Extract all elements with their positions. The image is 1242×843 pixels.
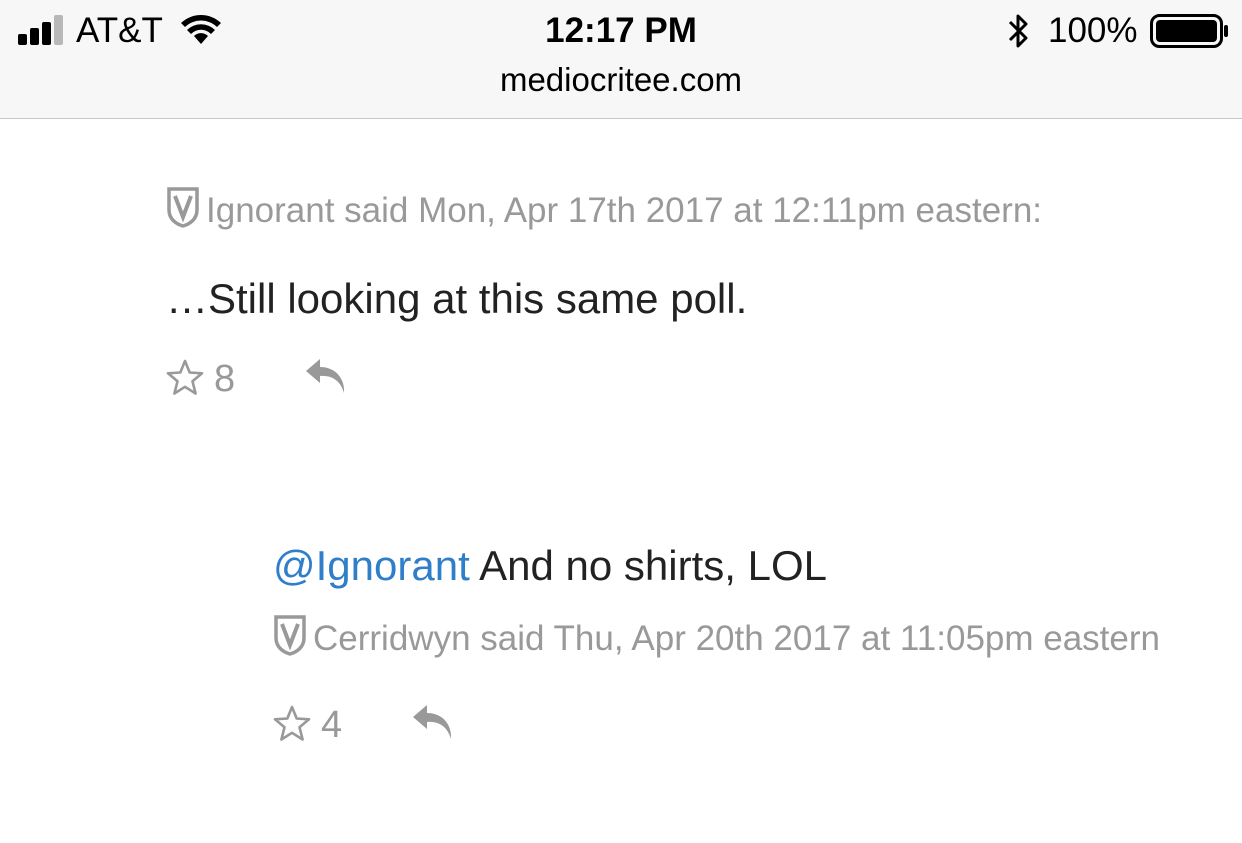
star-icon[interactable] <box>273 705 311 743</box>
comment-body-text: And no shirts, LOL <box>469 542 827 589</box>
shield-v-icon <box>274 615 306 656</box>
comment-body: @Ignorant And no shirts, LOL <box>273 540 1173 592</box>
comment-meta: Ignorant said Mon, Apr 17th 2017 at 12:1… <box>166 186 1126 235</box>
reply-icon[interactable] <box>304 357 348 395</box>
shield-v-icon <box>167 187 199 228</box>
reply-icon[interactable] <box>411 703 455 741</box>
address-bar-url[interactable]: mediocritee.com <box>0 60 1242 100</box>
battery-icon <box>1150 14 1228 48</box>
star-icon[interactable] <box>166 359 204 397</box>
comment-reply: @Ignorant And no shirts, LOL Cerridwyn s… <box>273 540 1173 749</box>
comment-meta-text: Ignorant said Mon, Apr 17th 2017 at 12:1… <box>206 191 1043 230</box>
comment: Ignorant said Mon, Apr 17th 2017 at 12:1… <box>166 186 1126 403</box>
comment-meta: Cerridwyn said Thu, Apr 20th 2017 at 11:… <box>273 614 1173 663</box>
star-count: 4 <box>321 704 343 746</box>
comment-body: …Still looking at this same poll. <box>166 275 748 322</box>
browser-status-bar: AT&T 12:17 PM 100% mediocritee.com <box>0 0 1242 119</box>
battery-percent: 100% <box>1048 11 1138 50</box>
user-mention-link[interactable]: @Ignorant <box>273 542 470 589</box>
bluetooth-icon <box>1008 14 1028 48</box>
comment-meta-text: Cerridwyn said Thu, Apr 20th 2017 at 11:… <box>313 619 1160 658</box>
comment-actions: 8 <box>166 355 1126 403</box>
star-count: 8 <box>214 358 236 400</box>
comment-actions: 4 <box>273 701 1173 749</box>
